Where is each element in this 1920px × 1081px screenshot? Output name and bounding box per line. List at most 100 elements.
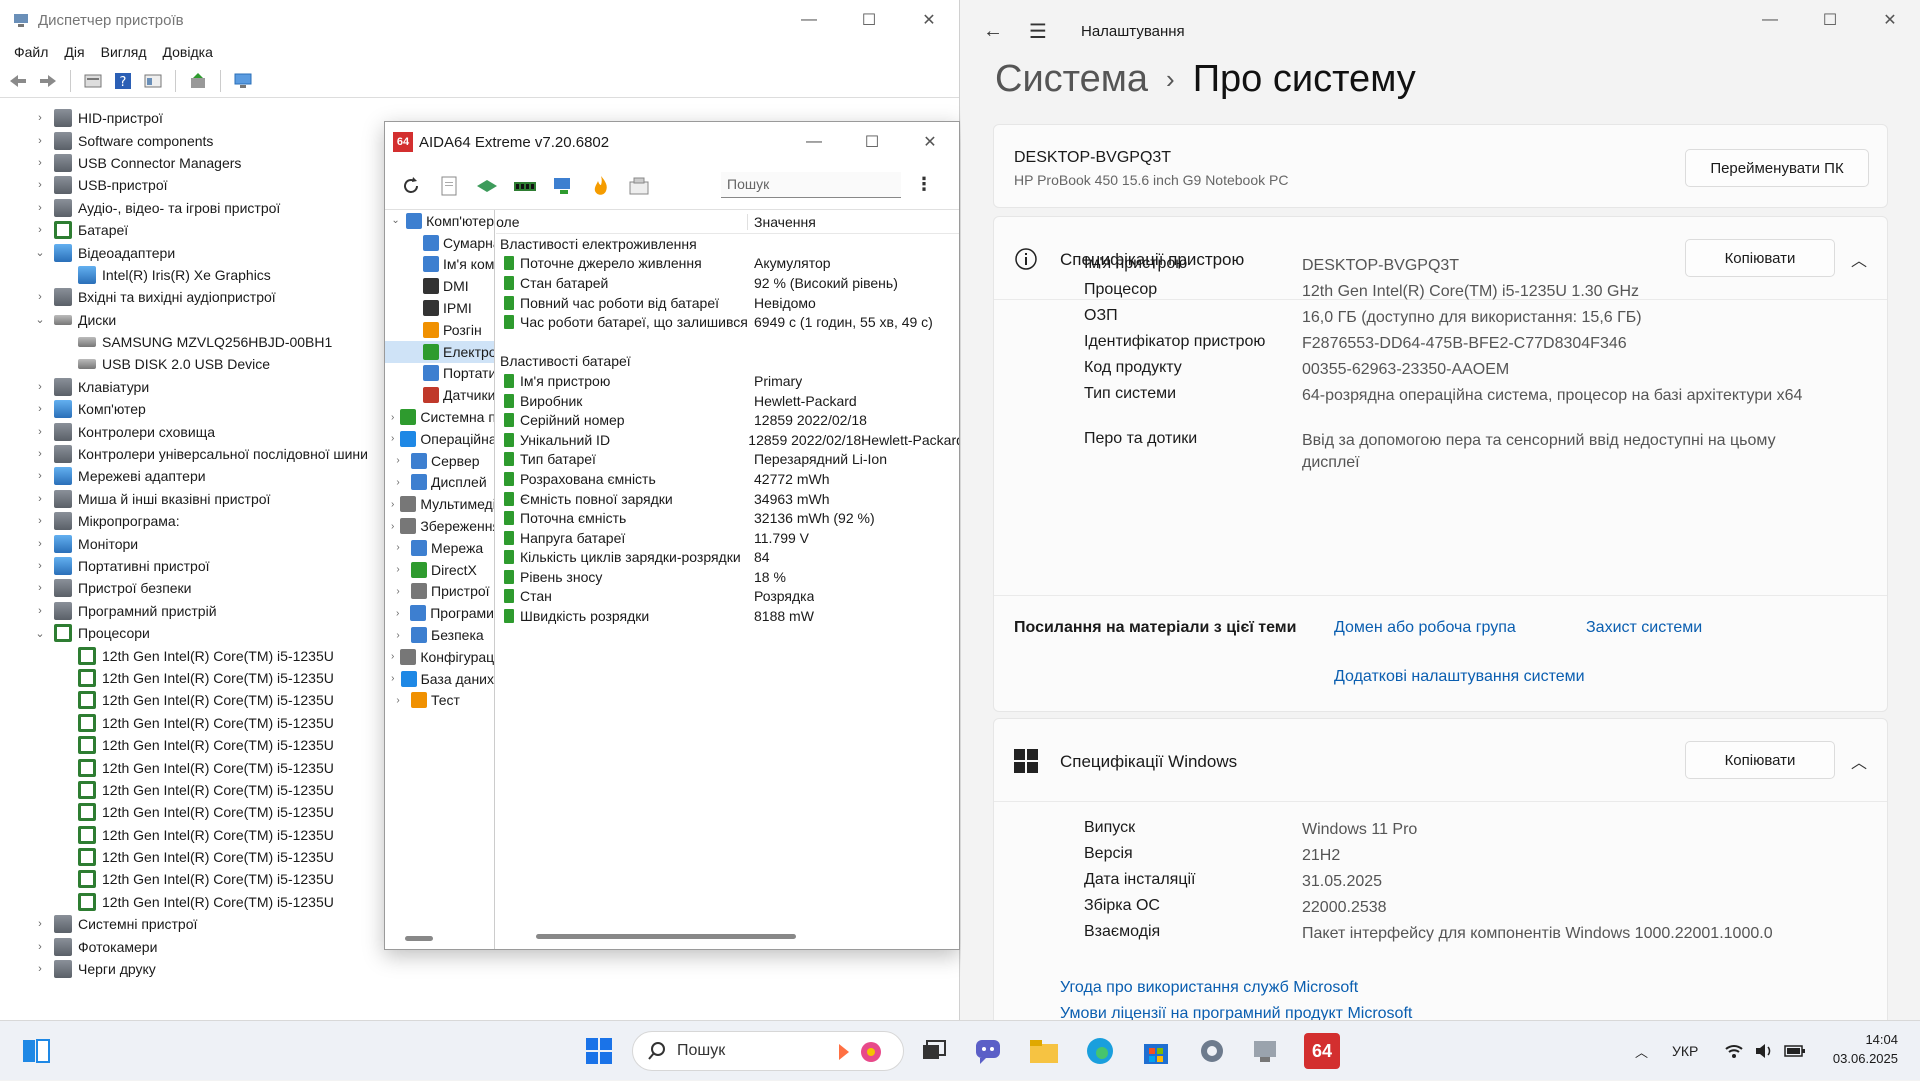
aida-nav-item[interactable]: Сумарна інформація [385, 232, 494, 254]
field-column-header[interactable]: Поле [496, 213, 748, 230]
volume-icon[interactable] [1754, 1021, 1774, 1081]
refresh-icon[interactable] [399, 174, 423, 198]
help-icon[interactable]: ? [111, 69, 135, 93]
aida-nav-item[interactable]: › Системна плата [385, 406, 494, 428]
collapsed-chevron-icon[interactable]: › [32, 605, 48, 617]
property-row[interactable]: Ім'я пристрою Primary [496, 371, 959, 391]
aida-nav-item[interactable]: › Пристрої [385, 581, 494, 603]
collapsed-chevron-icon[interactable]: › [32, 941, 48, 953]
right-horizontal-scrollbar[interactable] [536, 934, 796, 939]
aida-nav-item[interactable]: › Безпека [385, 624, 494, 646]
network-icon[interactable] [551, 174, 575, 198]
view-icon[interactable] [141, 69, 165, 93]
back-arrow-icon[interactable]: ← [983, 20, 1023, 43]
collapsed-chevron-icon[interactable]: › [32, 426, 48, 438]
aida-maximize-button[interactable]: ☐ [843, 122, 901, 162]
property-row[interactable]: Стан батарей 92 % (Високий рівень) [496, 273, 959, 293]
settings-gear-icon[interactable] [1196, 1035, 1228, 1067]
aida-nav-item[interactable]: › Тест [385, 690, 494, 712]
motherboard-icon[interactable] [475, 174, 499, 198]
nav-expander-icon[interactable]: › [391, 673, 395, 684]
task-view-icon[interactable] [918, 1035, 950, 1067]
spec-value[interactable]: Windows 11 Pro [1302, 819, 1822, 841]
property-row[interactable]: Розрахована ємність 42772 mWh [496, 469, 959, 489]
collapsed-chevron-icon[interactable]: › [32, 538, 48, 550]
aida-nav-item[interactable]: › Операційна система [385, 428, 494, 450]
hamburger-menu-icon[interactable]: ☰ [1029, 19, 1069, 44]
settings-maximize-button[interactable]: ☐ [1800, 0, 1860, 40]
menu-help[interactable]: Довідка [155, 44, 221, 60]
spec-value[interactable]: DESKTOP-BVGPQ3T [1302, 255, 1822, 277]
system-protection-link[interactable]: Захист системи [1586, 619, 1702, 637]
spec-value[interactable]: 31.05.2025 [1302, 871, 1822, 893]
aida-nav-item[interactable]: › База даних [385, 668, 494, 690]
collapse-chevron-icon[interactable]: ︿ [1851, 247, 1867, 271]
collapsed-chevron-icon[interactable]: › [32, 112, 48, 124]
aida-nav-item[interactable]: › Мультимедіа [385, 493, 494, 515]
nav-expander-icon[interactable]: › [391, 477, 405, 488]
nav-expander-icon[interactable]: › [391, 608, 404, 619]
advanced-system-settings-link[interactable]: Додаткові налаштування системи [1334, 668, 1585, 686]
nav-expander-icon[interactable]: ⌄ [391, 215, 400, 226]
nav-expander-icon[interactable]: › [391, 630, 405, 641]
collapsed-chevron-icon[interactable]: › [32, 381, 48, 393]
input-language[interactable]: УКР [1672, 1021, 1698, 1081]
collapsed-chevron-icon[interactable]: › [32, 179, 48, 191]
spec-value[interactable]: 12th Gen Intel(R) Core(TM) i5-1235U 1.30… [1302, 281, 1822, 303]
nav-expander-icon[interactable]: › [391, 586, 405, 597]
left-horizontal-scrollbar[interactable] [405, 936, 433, 941]
aida-nav-item[interactable]: › Мережа [385, 537, 494, 559]
rename-pc-button[interactable]: Перейменувати ПК [1685, 149, 1869, 187]
collapsed-chevron-icon[interactable]: › [32, 202, 48, 214]
property-row[interactable]: Ємність повної зарядки 34963 mWh [496, 489, 959, 509]
collapsed-chevron-icon[interactable]: › [32, 224, 48, 236]
clock[interactable]: 14:04 03.06.2025 [1826, 1031, 1898, 1069]
collapse-windows-chevron-icon[interactable]: ︿ [1851, 749, 1867, 773]
property-row[interactable]: Напруга батареї 11.799 V [496, 528, 959, 548]
memory-icon[interactable] [513, 174, 537, 198]
overclock-flame-icon[interactable] [589, 174, 613, 198]
device-tree-category[interactable]: › Черги друку [0, 958, 959, 980]
nav-expander-icon[interactable]: › [391, 651, 394, 662]
collapsed-chevron-icon[interactable]: › [32, 918, 48, 930]
collapsed-chevron-icon[interactable]: › [32, 157, 48, 169]
spec-value[interactable]: 64-розрядна операційна система, процесор… [1302, 385, 1822, 407]
aida-nav-item[interactable]: › DirectX [385, 559, 494, 581]
property-row[interactable]: Кількість циклів зарядки-розрядки 84 [496, 548, 959, 568]
nav-expander-icon[interactable]: › [391, 412, 394, 423]
collapsed-chevron-icon[interactable]: › [32, 291, 48, 303]
scan-hardware-icon[interactable] [231, 69, 255, 93]
collapsed-chevron-icon[interactable]: › [32, 560, 48, 572]
settings-minimize-button[interactable]: — [1740, 0, 1800, 40]
maximize-button[interactable]: ☐ [839, 0, 899, 40]
aida-nav-item[interactable]: › Конфігурація [385, 646, 494, 668]
aida-nav-item[interactable]: ⌄ Комп'ютер [385, 210, 494, 232]
settings-close-button[interactable]: ✕ [1860, 0, 1920, 40]
spec-value[interactable]: 21H2 [1302, 845, 1822, 867]
spec-value[interactable]: Пакет інтерфейсу для компонентів Windows… [1302, 923, 1822, 945]
minimize-button[interactable]: — [779, 0, 839, 40]
property-row[interactable]: Поточна ємність 32136 mWh (92 %) [496, 508, 959, 528]
property-row[interactable]: Виробник Hewlett-Packard [496, 391, 959, 411]
property-row[interactable]: Час роботи батареї, що залишився 6949 с (… [496, 312, 959, 332]
aida-nav-item[interactable]: DMI [385, 275, 494, 297]
nav-expander-icon[interactable]: › [391, 433, 394, 444]
property-row[interactable]: Унікальний ID 12859 2022/02/18Hewlett-Pac… [496, 430, 959, 450]
collapsed-chevron-icon[interactable]: › [32, 963, 48, 975]
collapsed-chevron-icon[interactable]: › [32, 135, 48, 147]
device-manager-taskbar-icon[interactable] [1250, 1035, 1282, 1067]
start-windows-icon[interactable] [583, 1035, 615, 1067]
report-icon[interactable] [437, 174, 461, 198]
property-row[interactable]: Тип батареї Перезарядний Li-Ion [496, 450, 959, 470]
value-column-header[interactable]: Значення [748, 214, 816, 230]
tools-icon[interactable] [627, 174, 651, 198]
expanded-chevron-icon[interactable]: ⌄ [32, 246, 48, 259]
widgets-icon[interactable] [20, 1035, 52, 1067]
aida-close-button[interactable]: ✕ [901, 122, 959, 162]
aida-nav-item[interactable]: › Збереження даних [385, 515, 494, 537]
aida-nav-item-selected[interactable]: Електроживлення [385, 340, 494, 363]
forward-arrow-icon[interactable] [36, 69, 60, 93]
nav-expander-icon[interactable]: › [391, 521, 394, 532]
property-row[interactable]: Рівень зносу 18 % [496, 567, 959, 587]
show-hidden-icons-chevron-icon[interactable]: ︿ [1635, 1021, 1648, 1081]
